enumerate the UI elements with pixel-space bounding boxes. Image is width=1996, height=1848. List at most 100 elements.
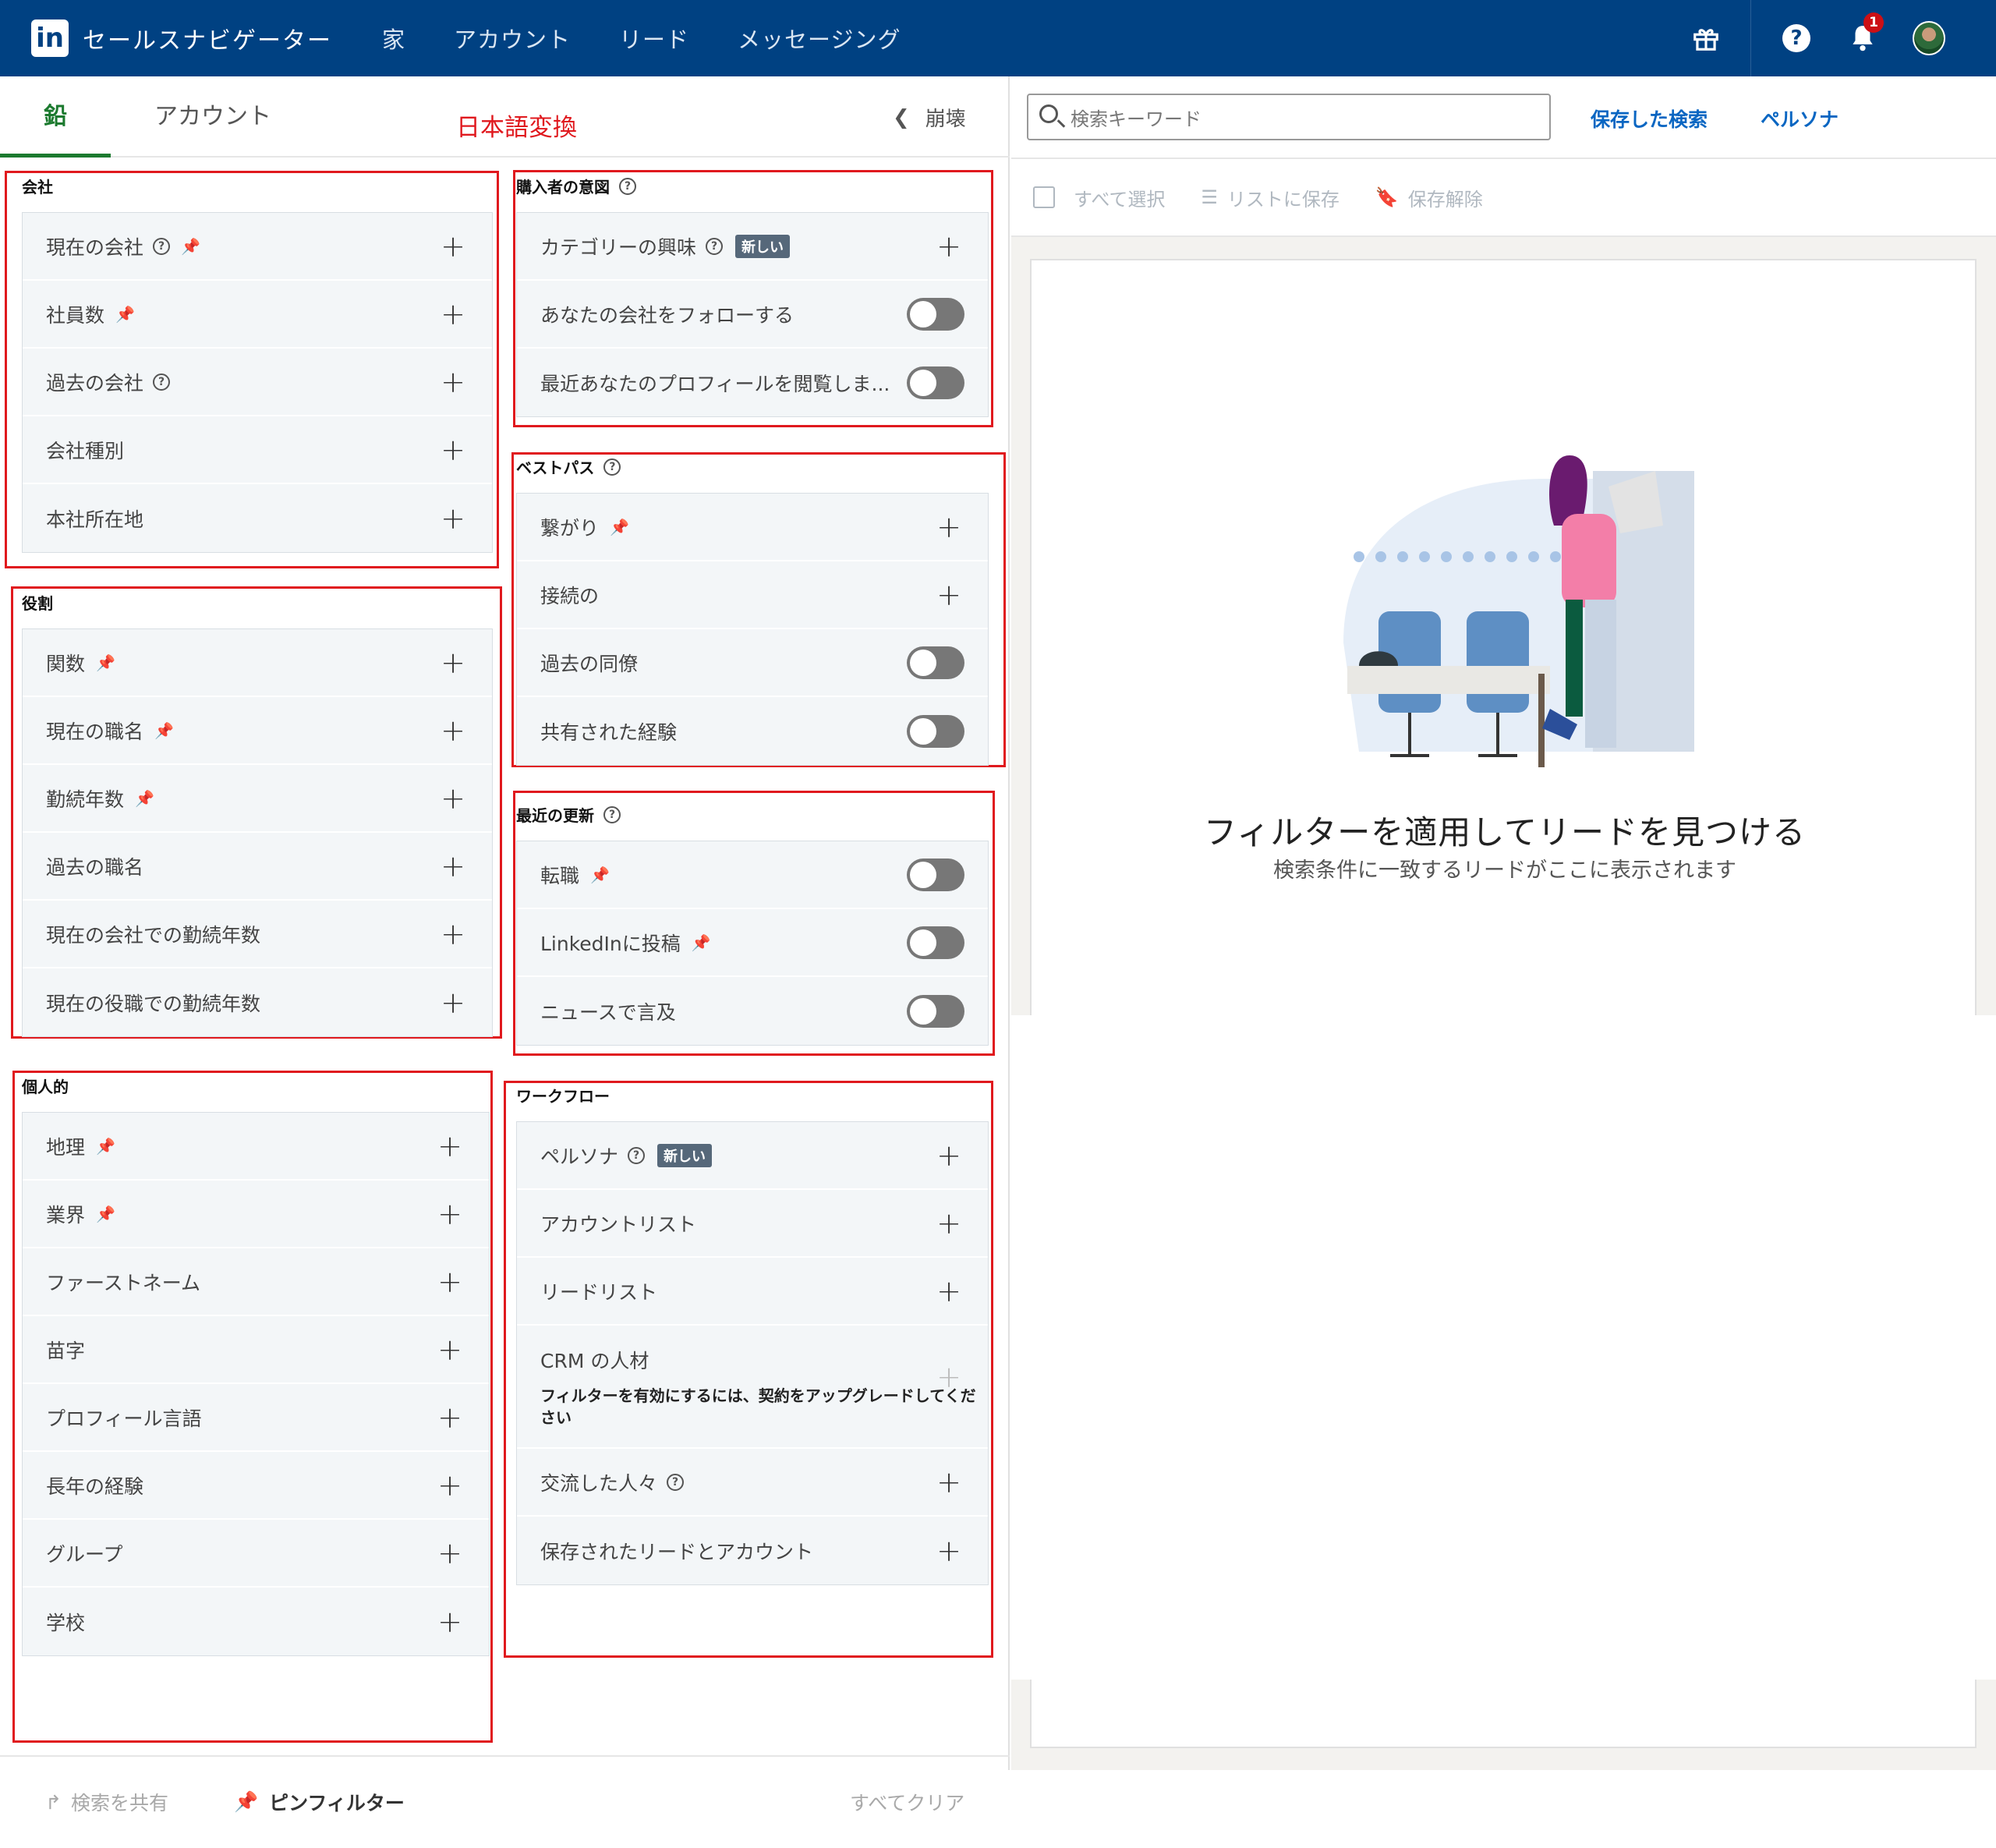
tab-accounts[interactable]: アカウント (154, 76, 271, 158)
filter-groups[interactable]: グループ + (23, 1520, 489, 1588)
share-search-button[interactable]: ↱ 検索を共有 (45, 1788, 168, 1816)
filter-function[interactable]: 関数 📌 + (23, 629, 492, 697)
tab-leads[interactable]: 鉛 (0, 76, 111, 158)
nav-home[interactable]: 家 (382, 22, 405, 55)
brand[interactable]: in セールスナビゲーター (31, 19, 332, 57)
add-icon[interactable]: + (936, 1138, 961, 1173)
clear-all-button[interactable]: すべてクリア (850, 1788, 964, 1816)
help-icon[interactable]: ? (153, 373, 171, 391)
help-icon[interactable]: ? (1780, 22, 1813, 55)
add-icon[interactable]: + (936, 510, 961, 544)
add-icon[interactable]: + (441, 986, 465, 1020)
toggle-switch[interactable] (907, 994, 964, 1028)
add-icon[interactable]: + (437, 1333, 462, 1367)
pin-icon[interactable]: 📌 (154, 721, 174, 740)
add-icon[interactable]: + (936, 1465, 961, 1499)
toggle-switch[interactable] (907, 366, 964, 399)
add-icon[interactable]: + (936, 1206, 961, 1241)
filter-past-company[interactable]: 過去の会社? + (23, 349, 492, 416)
add-icon[interactable]: + (936, 229, 961, 264)
filter-hq-location[interactable]: 本社所在地 + (23, 484, 492, 552)
add-icon[interactable]: + (936, 1534, 961, 1568)
add-icon[interactable]: + (441, 229, 465, 264)
filter-past-colleague[interactable]: 過去の同僚 (517, 629, 988, 697)
saved-searches-link[interactable]: 保存した検索 (1591, 104, 1708, 133)
nav-accounts[interactable]: アカウント (454, 22, 571, 55)
filter-shared-experiences[interactable]: 共有された経験 (517, 697, 988, 765)
filter-mentioned-in-news[interactable]: ニュースで言及 (517, 977, 988, 1045)
help-icon[interactable]: ? (706, 237, 724, 255)
add-icon[interactable]: + (437, 1468, 462, 1503)
filter-years-at-company[interactable]: 現在の会社での勤続年数 + (23, 901, 492, 968)
filter-company-headcount[interactable]: 社員数 📌 + (23, 281, 492, 349)
add-icon[interactable]: + (441, 501, 465, 536)
toggle-switch[interactable] (907, 714, 964, 748)
help-icon[interactable]: ? (603, 805, 621, 823)
help-icon[interactable]: ? (603, 458, 621, 476)
add-icon[interactable]: + (437, 1400, 462, 1435)
add-icon[interactable]: + (441, 917, 465, 951)
toggle-switch[interactable] (907, 858, 964, 891)
toggle-switch[interactable] (907, 297, 964, 331)
filter-industry[interactable]: 業界 📌 + (23, 1181, 489, 1248)
toggle-switch[interactable] (907, 926, 964, 959)
add-icon[interactable]: + (441, 849, 465, 883)
filter-posted-on-linkedin[interactable]: LinkedInに投稿 📌 (517, 909, 988, 977)
filter-company-type[interactable]: 会社種別 + (23, 416, 492, 484)
collapse-button[interactable]: ❮ 崩壊 (893, 103, 966, 132)
filter-first-name[interactable]: ファーストネーム + (23, 1248, 489, 1316)
help-icon[interactable]: ? (667, 1473, 685, 1491)
nav-leads[interactable]: リード (619, 22, 689, 55)
filter-last-name[interactable]: 苗字 + (23, 1316, 489, 1384)
filter-profile-language[interactable]: プロフィール言語 + (23, 1384, 489, 1452)
persona-link[interactable]: ペルソナ (1761, 104, 1839, 133)
filter-lead-lists[interactable]: リードリスト + (517, 1258, 988, 1326)
toggle-switch[interactable] (907, 646, 964, 679)
add-icon[interactable]: + (437, 1265, 462, 1299)
pin-icon[interactable]: 📌 (115, 305, 135, 324)
filter-saved-leads-accounts[interactable]: 保存されたリードとアカウント + (517, 1517, 988, 1584)
add-icon[interactable]: + (441, 781, 465, 816)
filter-seniority[interactable]: 勤続年数 📌 + (23, 765, 492, 833)
pin-icon[interactable]: 📌 (96, 1205, 115, 1223)
add-icon[interactable]: + (441, 365, 465, 399)
add-icon[interactable]: + (936, 1274, 961, 1308)
filter-connections[interactable]: 繋がり 📌 + (517, 494, 988, 561)
filter-changed-jobs[interactable]: 転職 📌 (517, 841, 988, 909)
pin-filters-button[interactable]: 📌 ピンフィルター (234, 1788, 405, 1816)
nav-messaging[interactable]: メッセージング (738, 22, 901, 55)
add-icon[interactable]: + (437, 1605, 462, 1639)
filter-account-lists[interactable]: アカウントリスト + (517, 1190, 988, 1258)
filter-viewed-your-profile[interactable]: 最近あなたのプロフィールを閲覧しま... (517, 349, 988, 416)
gift-icon[interactable] (1690, 22, 1722, 55)
unsave-button[interactable]: 🔖 保存解除 (1375, 184, 1483, 211)
pin-icon[interactable]: 📌 (692, 933, 711, 952)
save-to-list-button[interactable]: ☰ リストに保存 (1201, 184, 1340, 211)
add-icon[interactable]: + (437, 1536, 462, 1570)
add-icon[interactable]: + (437, 1197, 462, 1231)
help-icon[interactable]: ? (619, 177, 636, 195)
filter-current-company[interactable]: 現在の会社? 📌 + (23, 213, 492, 281)
filter-past-title[interactable]: 過去の職名 + (23, 833, 492, 901)
bell-icon[interactable]: 1 (1846, 12, 1884, 55)
filter-category-interest[interactable]: カテゴリーの興味? 新しい + (517, 213, 988, 281)
filter-connections-of[interactable]: 接続の + (517, 561, 988, 629)
filter-current-title[interactable]: 現在の職名 📌 + (23, 697, 492, 765)
help-icon[interactable]: ? (153, 237, 171, 255)
filter-school[interactable]: 学校 + (23, 1588, 489, 1655)
pin-icon[interactable]: 📌 (181, 237, 200, 256)
add-icon[interactable]: + (441, 713, 465, 748)
filter-follows-your-company[interactable]: あなたの会社をフォローする (517, 281, 988, 349)
add-icon[interactable]: + (437, 1129, 462, 1163)
pin-icon[interactable]: 📌 (590, 866, 610, 884)
filter-persona[interactable]: ペルソナ? 新しい + (517, 1122, 988, 1190)
filter-years-of-experience[interactable]: 長年の経験 + (23, 1452, 489, 1520)
profile-avatar[interactable] (1913, 21, 1945, 55)
search-input[interactable]: 検索キーワード (1027, 94, 1551, 140)
filter-people-interacted-with[interactable]: 交流した人々? + (517, 1449, 988, 1517)
help-icon[interactable]: ? (628, 1146, 646, 1164)
select-all-checkbox[interactable] (1033, 186, 1055, 208)
add-icon[interactable]: + (441, 646, 465, 680)
filter-geography[interactable]: 地理 📌 + (23, 1113, 489, 1181)
add-icon[interactable]: + (936, 578, 961, 612)
